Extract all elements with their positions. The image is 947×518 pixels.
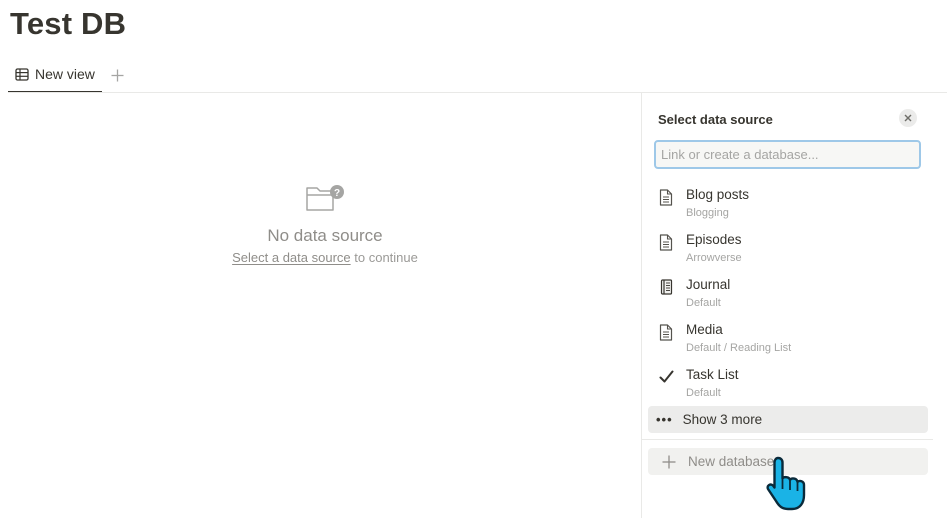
database-search-input[interactable] bbox=[654, 140, 921, 169]
source-item-task-list[interactable]: Task List Default bbox=[642, 363, 932, 408]
new-database-label: New database bbox=[688, 454, 775, 469]
close-button[interactable] bbox=[899, 109, 917, 127]
empty-state-title: No data source bbox=[267, 226, 383, 245]
close-icon bbox=[904, 114, 912, 122]
empty-state-message: Select a data source to continue bbox=[200, 250, 450, 265]
show-more-label: Show 3 more bbox=[682, 412, 763, 427]
document-icon bbox=[658, 188, 674, 206]
source-item-media[interactable]: Media Default / Reading List bbox=[642, 318, 932, 363]
svg-text:?: ? bbox=[334, 188, 340, 199]
source-name: Journal bbox=[686, 277, 731, 292]
source-item-blog-posts[interactable]: Blog posts Blogging bbox=[642, 183, 932, 228]
source-name: Task List bbox=[686, 367, 739, 382]
plus-icon bbox=[111, 69, 124, 81]
more-dots-icon: ••• bbox=[656, 412, 673, 427]
hand-pointer-cursor-icon bbox=[766, 456, 806, 511]
source-name: Media bbox=[686, 322, 723, 337]
source-item-episodes[interactable]: Episodes Arrowverse bbox=[642, 228, 932, 273]
source-workspace: Arrowverse bbox=[686, 252, 742, 264]
notebook-icon bbox=[658, 278, 674, 296]
empty-state-suffix: to continue bbox=[354, 250, 418, 265]
document-icon bbox=[658, 233, 674, 251]
panel-divider bbox=[642, 439, 933, 440]
view-tabs: New view bbox=[8, 57, 128, 93]
source-workspace: Default / Reading List bbox=[686, 342, 792, 354]
data-source-list: Blog posts Blogging Episodes Arrowverse … bbox=[642, 183, 932, 408]
plus-icon bbox=[662, 455, 676, 469]
table-icon bbox=[15, 67, 29, 81]
checkmark-icon bbox=[658, 368, 674, 386]
source-workspace: Default bbox=[686, 297, 721, 309]
select-data-source-link[interactable]: Select a data source bbox=[232, 250, 351, 265]
tab-label: New view bbox=[35, 66, 95, 82]
panel-title: Select data source bbox=[658, 112, 773, 127]
show-more-button[interactable]: ••• Show 3 more bbox=[648, 406, 928, 433]
source-workspace: Default bbox=[686, 387, 721, 399]
add-view-button[interactable] bbox=[108, 65, 128, 85]
source-item-journal[interactable]: Journal Default bbox=[642, 273, 932, 318]
source-workspace: Blogging bbox=[686, 207, 729, 219]
page-title: Test DB bbox=[10, 6, 127, 41]
folder-question-icon: ? bbox=[306, 185, 344, 211]
source-name: Episodes bbox=[686, 232, 742, 247]
empty-state: ? No data source Select a data source to… bbox=[200, 184, 450, 265]
tab-new-view[interactable]: New view bbox=[8, 57, 102, 93]
source-name: Blog posts bbox=[686, 187, 750, 202]
document-icon bbox=[658, 323, 674, 341]
